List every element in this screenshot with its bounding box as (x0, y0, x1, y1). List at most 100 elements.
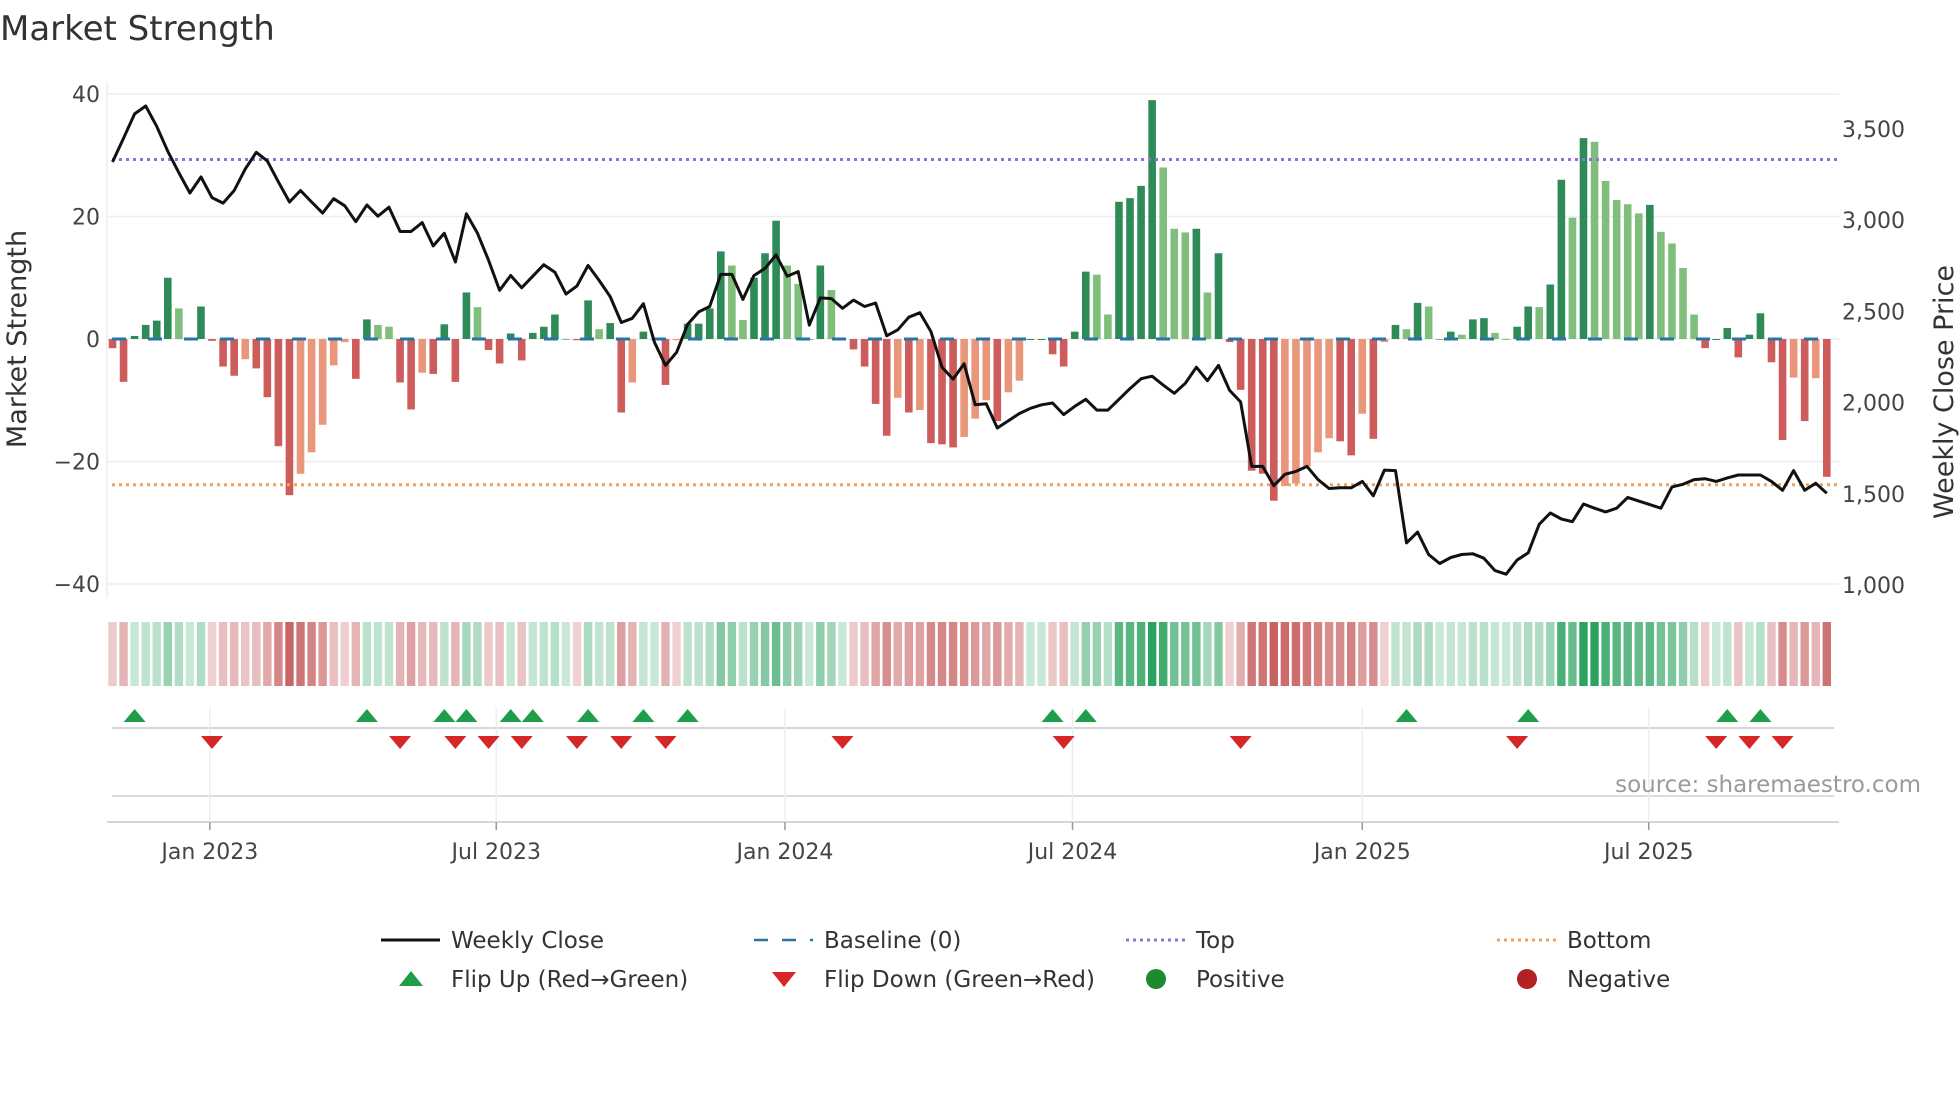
x-tick-label: Jul 2023 (450, 840, 542, 865)
strength-bar (739, 320, 747, 339)
strip-cell (1214, 622, 1223, 686)
strip-cell (340, 622, 349, 686)
flip-up-marker (123, 709, 146, 722)
strip-cell (362, 622, 372, 686)
y-tick-label: 20 (72, 206, 100, 231)
strength-bar (274, 339, 283, 447)
strip-cell (1745, 622, 1754, 686)
strip-cell (1203, 622, 1212, 686)
strip-cell (1358, 622, 1367, 686)
strip-cell (1026, 622, 1035, 686)
strength-bar (164, 277, 172, 339)
flip-down-marker (1738, 736, 1761, 749)
strength-bar (1037, 339, 1046, 340)
strength-bar (1170, 228, 1179, 339)
strength-bar (1690, 314, 1698, 339)
flip-up-marker (521, 709, 544, 722)
strength-bar (672, 339, 681, 341)
strength-bar (1292, 339, 1300, 484)
strength-bar (849, 339, 858, 350)
strip-cell (1623, 622, 1632, 686)
strip-cell (130, 622, 139, 686)
strength-bar (927, 339, 935, 444)
strength-bar (374, 324, 382, 339)
strip-cell (672, 622, 681, 686)
strip-cell (218, 622, 228, 686)
strip-cell (716, 622, 725, 686)
y2-tick-label: 1,000 (1842, 574, 1905, 599)
strength-bar (705, 308, 714, 339)
strip-cell (241, 622, 250, 686)
legend-item-positive: Positive (1146, 967, 1285, 993)
flip-down-marker (566, 736, 589, 749)
strip-cell (982, 622, 991, 686)
strength-bar (385, 326, 393, 339)
strip-cell (628, 622, 637, 686)
strength-bar (750, 277, 758, 339)
strength-bar (1004, 339, 1013, 393)
strength-bar (1778, 339, 1787, 441)
strip-cell (1059, 622, 1068, 686)
strength-bar (1557, 179, 1566, 339)
strip-cell (196, 622, 206, 686)
strength-bar (1679, 267, 1687, 339)
strength-bar (429, 339, 438, 374)
strength-bar (1048, 339, 1057, 355)
flip-up-marker (676, 709, 699, 722)
strength-bar (905, 339, 913, 413)
strip-cell (849, 622, 858, 686)
strip-cell (440, 622, 449, 686)
y-tick-label: 0 (86, 328, 100, 353)
strength-bar (329, 339, 338, 366)
strip-cell (893, 622, 902, 686)
strip-cell (252, 622, 261, 686)
strength-bar (462, 292, 471, 339)
strength-bar (595, 329, 603, 339)
strength-bar (573, 339, 581, 341)
circle-icon (1517, 969, 1537, 989)
strength-bar (971, 339, 979, 419)
y2-tick-label: 2,000 (1842, 392, 1905, 417)
strip-cell (384, 622, 394, 686)
strength-bar (1634, 213, 1643, 339)
strength-bar (540, 326, 548, 339)
strip-cell (661, 622, 670, 686)
strength-bar (252, 339, 261, 369)
strength-bar (794, 283, 803, 339)
strength-bar (1026, 339, 1035, 340)
strip-cell (318, 622, 327, 686)
strip-cell (528, 622, 537, 686)
strength-bar (285, 339, 294, 496)
legend-item-negative: Negative (1517, 967, 1670, 993)
strip-cell (506, 622, 515, 686)
strip-cell (882, 622, 891, 686)
strength-bar (451, 339, 460, 382)
strip-cell (351, 622, 361, 686)
y2-tick-label: 1,500 (1842, 483, 1905, 508)
strip-cell (1634, 622, 1643, 686)
strength-bar (219, 339, 227, 367)
strength-bar (1723, 327, 1732, 339)
strength-bar (528, 332, 537, 339)
y2-tick-label: 3,500 (1842, 118, 1905, 143)
market-strength-chart: Market Strength 40 20 0 −20 −40 3,500 3,000 2,5… (0, 9, 1960, 993)
strength-bar (1811, 339, 1820, 379)
strength-bar (1513, 326, 1521, 339)
legend-item-flip_down: Flip Down (Green→Red) (772, 967, 1095, 993)
strip-cell (860, 622, 869, 686)
strip-cell (473, 622, 482, 686)
strength-bar (1668, 243, 1676, 339)
strength-bar (517, 339, 526, 361)
flip-markers (123, 709, 1794, 749)
strength-bar (175, 308, 183, 339)
flip-up-marker (1074, 709, 1097, 722)
strip-cell (838, 622, 847, 686)
strength-bar (584, 300, 592, 339)
strip-cell (1590, 622, 1599, 686)
strip-cell (1457, 622, 1467, 686)
strength-bar (152, 320, 161, 339)
strip-cell (1159, 622, 1168, 686)
legend-label: Flip Up (Red→Green) (451, 967, 688, 993)
strength-bar (893, 339, 902, 398)
strip-cell (1579, 622, 1588, 686)
